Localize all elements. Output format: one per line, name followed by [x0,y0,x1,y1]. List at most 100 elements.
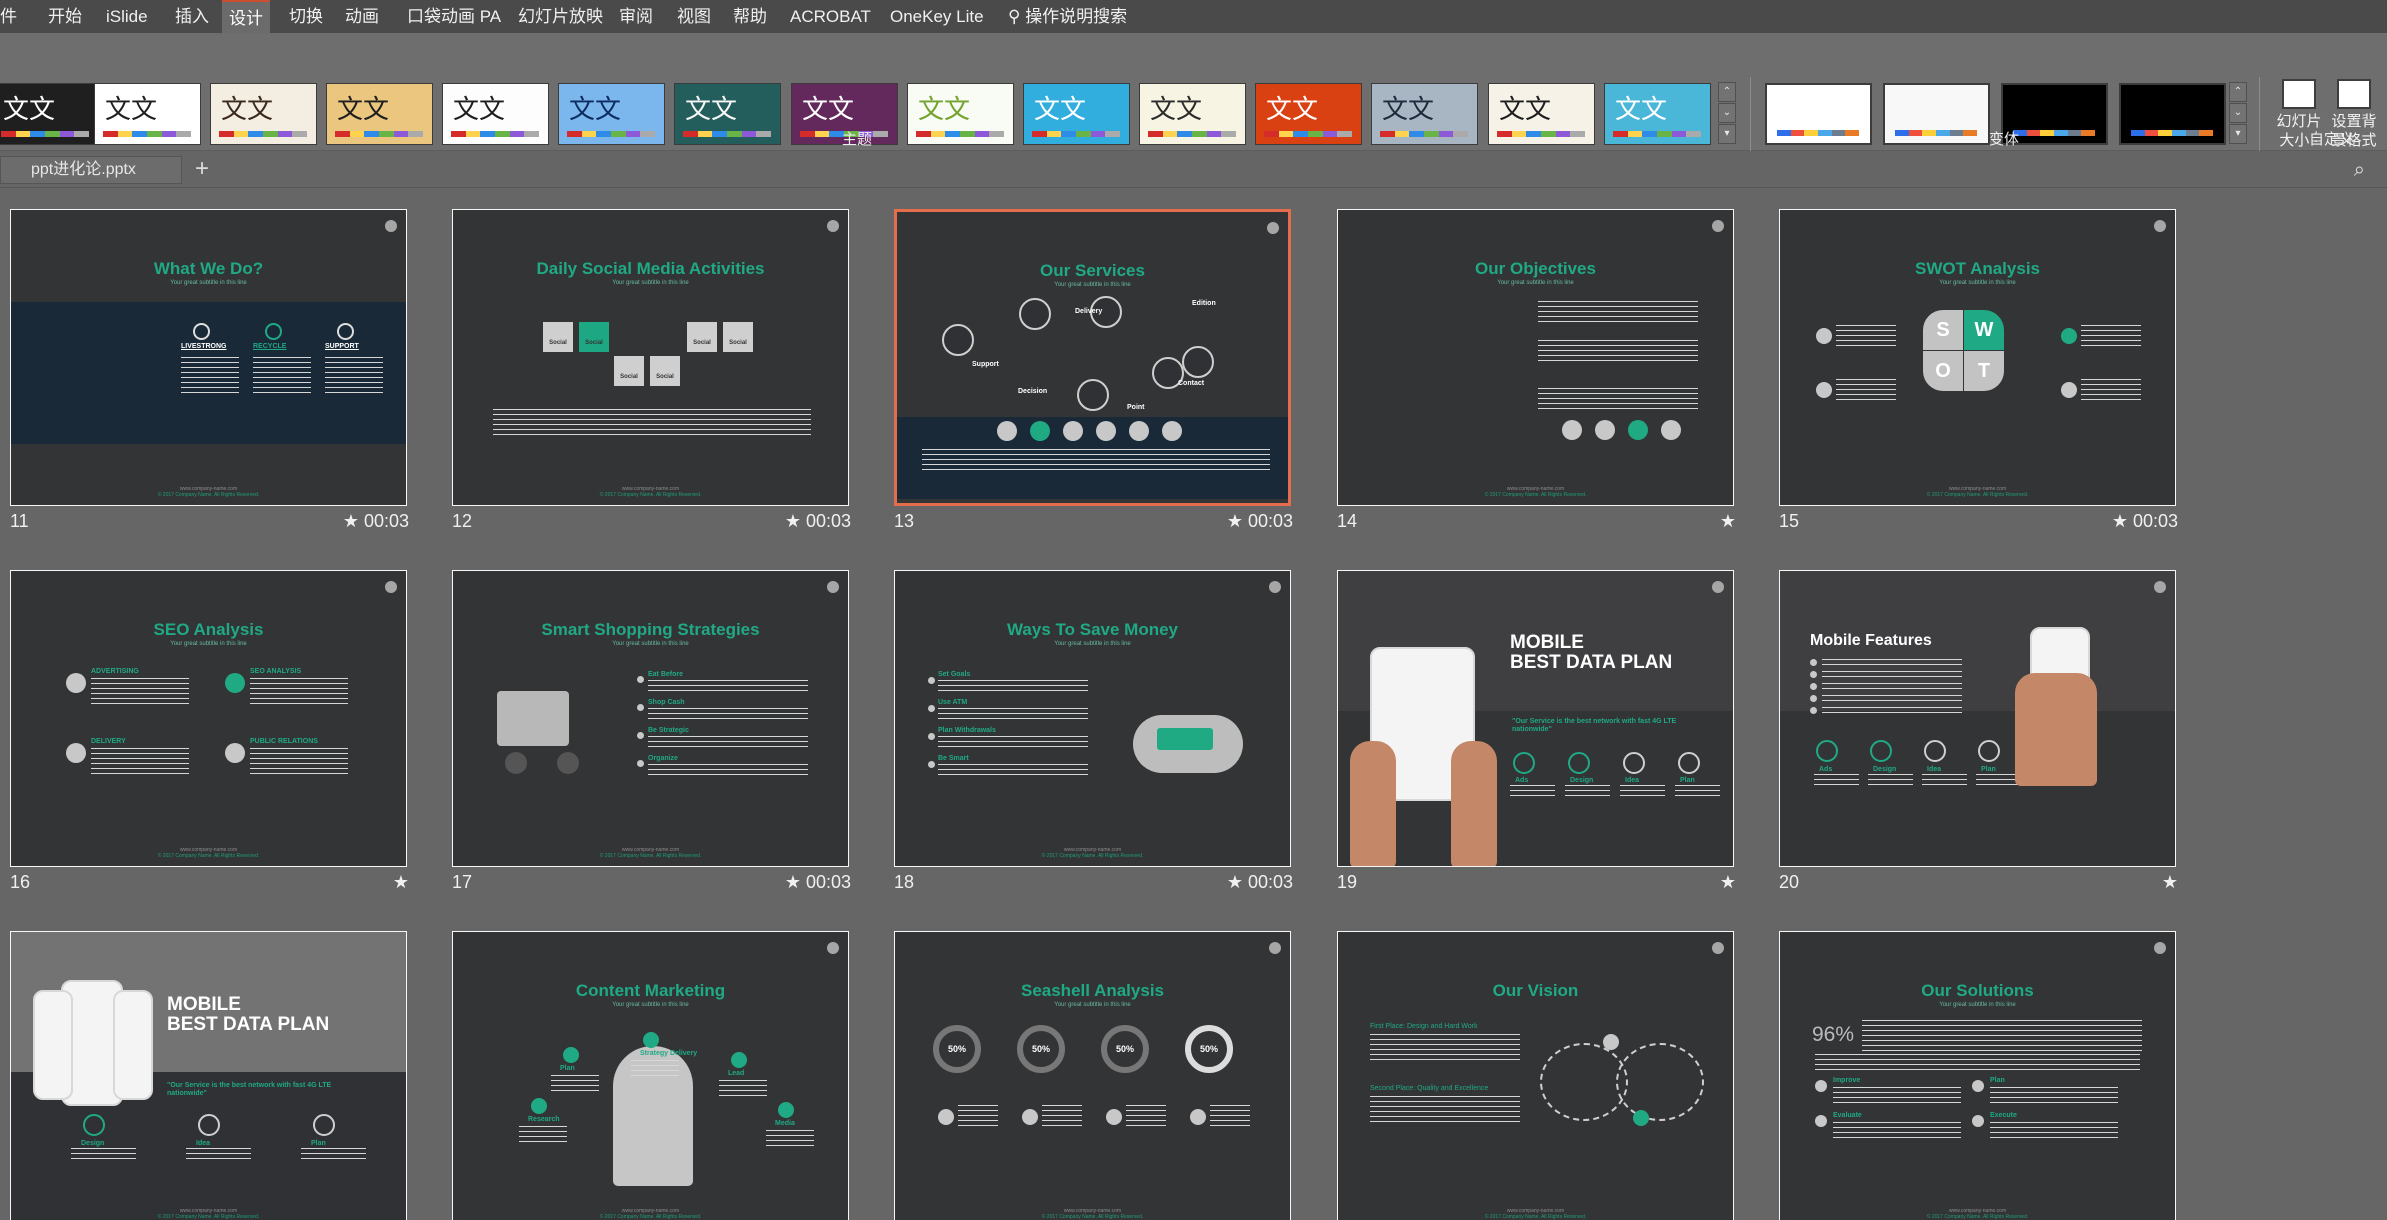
theme-gallery-more-icon[interactable]: ▾ [1718,124,1736,144]
hand-icon [2015,673,2097,786]
body-text-lines [2081,325,2141,347]
slide-thumbnail[interactable]: What We Do? Your great subtitle in this l… [10,209,407,506]
strategy-label: Shop Cash [648,699,685,706]
body-text-lines [301,1148,366,1162]
slide-number-label: 15 [1779,511,1800,531]
variant-gallery-more-icon[interactable]: ▾ [2229,124,2247,144]
theme-tile[interactable]: 文文 [1255,83,1362,145]
body-text-lines [186,1148,251,1162]
slide-thumbnail[interactable]: Our Services Your great subtitle in this … [894,209,1291,506]
theme-sample-text: 文文 [1382,95,1435,125]
swot-piece: O [1923,351,1963,391]
plan-label: Design [81,1140,105,1147]
new-tab-button[interactable]: + [188,156,216,184]
slide-number-label: 13 [894,511,915,531]
slide-title: Ways To Save Money [1007,620,1178,639]
slide-thumbnail[interactable]: SWOT Analysis Your great subtitle in this… [1779,209,2176,506]
slide-number-label: 20 [1779,872,1800,892]
plan-label: Design [1873,766,1897,773]
theme-tile[interactable]: 文文 [1488,83,1595,145]
variant-tile[interactable] [1765,83,1872,145]
marketing-icon [531,1098,547,1114]
slide-subtitle: Your great subtitle in this line [1054,282,1131,288]
menu-design[interactable]: 设计 [222,0,270,33]
variant-tile[interactable] [2119,83,2226,145]
theme-sample-text: 文文 [1034,95,1087,125]
slide-number-dot [2154,220,2166,232]
slide-title: Our Objectives [1475,259,1596,278]
seo-icon [66,743,86,763]
body-text-lines [766,1130,814,1148]
menu-onekey-lite[interactable]: OneKey Lite [890,0,984,33]
slide-thumbnail[interactable]: Seashell Analysis Your great subtitle in … [894,931,1291,1220]
slide-copyright: © 2017 Company Name. All Rights Reserved… [157,1214,260,1220]
body-text-lines [253,357,311,395]
social-tile: Social [543,322,573,352]
body-text-lines [1042,1105,1082,1129]
solution-label: Execute [1990,1112,2017,1119]
theme-gallery-down-icon[interactable]: ⌄ [1718,103,1736,123]
slide-thumbnail[interactable]: Content Marketing Your great subtitle in … [452,931,849,1220]
menu-transitions[interactable]: 切换 [289,0,323,33]
slide-thumbnail[interactable]: www.company-name.com© 2017 Company Name.… [10,931,407,1220]
slide-thumbnail[interactable]: Our Solutions Your great subtitle in this… [1779,931,2176,1220]
slide-subtitle: Your great subtitle in this line [612,641,689,647]
plan-label: Ads [1819,766,1833,773]
theme-tile[interactable]: 文文 [1139,83,1246,145]
theme-tile[interactable]: 文文 [907,83,1014,145]
seo-label: PUBLIC RELATIONS [250,738,318,745]
theme-color-swatches [567,131,656,137]
percentage-ring: 50% [933,1025,981,1073]
menu-file[interactable]: 件 [0,0,17,33]
saving-bullet [928,761,935,768]
variant-tile[interactable] [1883,83,1990,145]
variant-gallery-down-icon[interactable]: ⌄ [2229,103,2247,123]
theme-gallery-up-icon[interactable]: ⌃ [1718,82,1736,102]
slide-title: Our Vision [1492,981,1579,1000]
slide-thumbnail[interactable]: Our Vision www.company-name.com © 2017 Com… [1337,931,1734,1220]
slide-thumbnail[interactable]: Smart Shopping Strategies Your great subt… [452,570,849,867]
slide-sorter: What We Do? Your great subtitle in this l… [0,188,2387,1220]
theme-tile[interactable]: 文文 [326,83,433,145]
theme-tile[interactable]: 文文 [0,83,99,145]
theme-tile[interactable]: 文文 [1023,83,1130,145]
theme-tile[interactable]: 文文 [210,83,317,145]
body-text-lines [1822,659,1962,665]
theme-tile[interactable]: 文文 [674,83,781,145]
menu-view[interactable]: 视图 [677,0,711,33]
menu-review[interactable]: 审阅 [619,0,653,33]
theme-color-swatches [1380,131,1469,137]
menu-slide-show[interactable]: 幻灯片放映 [518,0,603,33]
menu-home[interactable]: 开始 [48,0,82,33]
variant-gallery-up-icon[interactable]: ⌃ [2229,82,2247,102]
slide-thumbnail[interactable]: Ways To Save Money Your great subtitle in… [894,570,1291,867]
menu-insert[interactable]: 插入 [175,0,209,33]
theme-tile[interactable]: 文文 [558,83,665,145]
zoom-icon[interactable]: ⌕ [2354,159,2365,182]
theme-tile[interactable]: 文文 [1371,83,1478,145]
service-icon [265,323,282,340]
menu-help[interactable]: 帮助 [733,0,767,33]
theme-sample-text: 文文 [3,95,56,125]
body-text-lines [922,449,1270,471]
puzzle-piece-icon [1157,728,1213,750]
slide-thumbnail[interactable]: Daily Social Media Activities Your great … [452,209,849,506]
cart-wheel-icon [505,752,527,774]
slide-thumbnail[interactable]: www.company-name.com© 2017 Company Name.… [1779,570,2176,867]
file-tab[interactable]: ppt进化论.pptx [0,156,182,184]
menu-animations[interactable]: 动画 [345,0,379,33]
slide-thumbnail[interactable]: www.company-name.com© 2017 Company Name.… [1337,570,1734,867]
feature-icon [1129,421,1149,441]
menu-acrobat[interactable]: ACROBAT [790,0,871,33]
theme-tile[interactable]: 文文 [94,83,201,145]
slide-thumbnail[interactable]: SEO Analysis Your great subtitle in this … [10,570,407,867]
theme-tile[interactable]: 文文 [442,83,549,145]
slide-thumbnail[interactable]: Our Objectives Your great subtitle in thi… [1337,209,1734,506]
slide-headline: MOBILE BEST DATA PLAN [167,994,330,1035]
tell-me-box[interactable]: ⚲ 操作说明搜索 [1008,0,1127,33]
plan-icon [1870,740,1892,762]
menu-islide[interactable]: iSlide [106,0,148,33]
menu-pocket-animation[interactable]: 口袋动画 PA [407,0,501,33]
theme-tile[interactable]: 文文 [1604,83,1711,145]
slide-copyright: © 2017 Company Name. All Rights Reserved… [157,853,260,859]
